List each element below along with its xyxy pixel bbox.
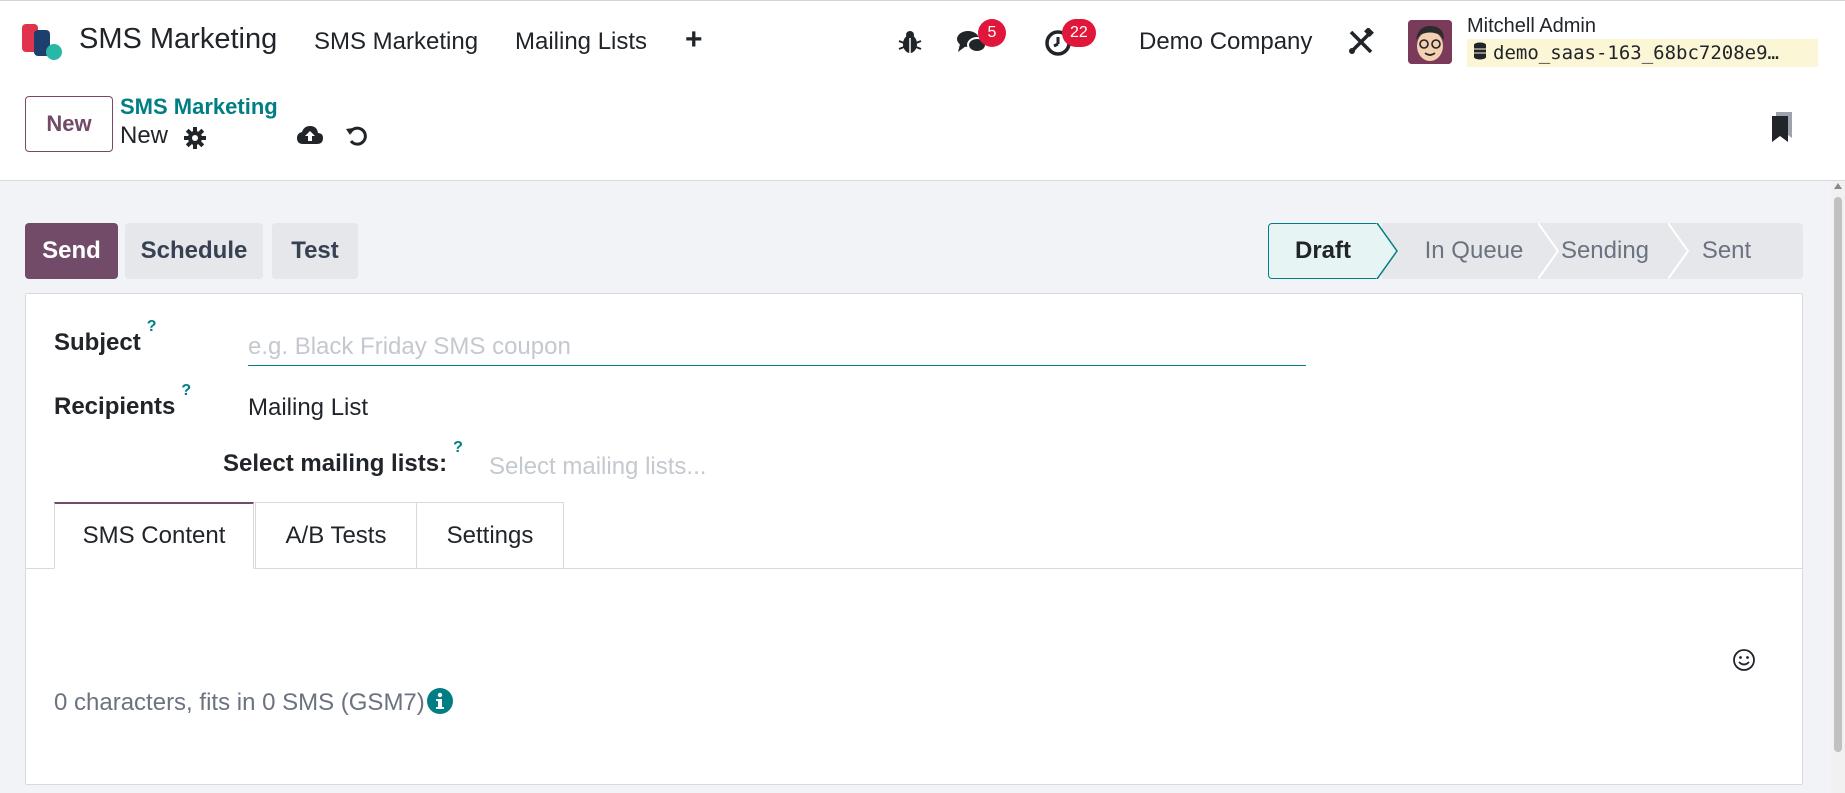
page-scrollbar[interactable] <box>1831 181 1845 793</box>
bug-icon[interactable] <box>897 29 923 55</box>
cloud-upload-icon[interactable] <box>296 124 324 148</box>
sms-character-count: 0 characters, fits in 0 SMS (GSM7) <box>54 689 425 716</box>
recipients-help-tooltip[interactable]: ? <box>181 382 191 399</box>
recipients-select[interactable]: Mailing List <box>248 394 368 422</box>
app-logo[interactable] <box>22 22 64 64</box>
mailing-lists-help-tooltip[interactable]: ? <box>453 439 463 456</box>
control-panel: New SMS Marketing New <box>0 82 1845 181</box>
tab-settings[interactable]: Settings <box>416 502 564 569</box>
database-icon <box>1473 42 1487 65</box>
undo-icon[interactable] <box>345 124 369 148</box>
sms-marketing-logo-icon <box>22 24 62 60</box>
menu-sms-marketing[interactable]: SMS Marketing <box>314 28 478 56</box>
tab-ab-tests[interactable]: A/B Tests <box>255 502 417 569</box>
new-button[interactable]: New <box>25 96 113 152</box>
smiley-icon[interactable] <box>1732 648 1756 672</box>
page-title: New <box>120 122 169 149</box>
subject-label: Subject? <box>54 318 156 357</box>
subject-help-tooltip[interactable]: ? <box>147 318 157 335</box>
status-bar: Sent Sending In Queue Draft <box>1268 223 1803 279</box>
breadcrumb[interactable]: SMS Marketing <box>120 94 278 120</box>
sms-body-textarea[interactable] <box>54 594 1734 654</box>
mailing-lists-input[interactable] <box>489 450 889 484</box>
avatar[interactable] <box>1408 20 1452 64</box>
tab-sms-content[interactable]: SMS Content <box>54 502 254 569</box>
scrollbar-thumb[interactable] <box>1834 197 1842 752</box>
top-navbar: SMS Marketing SMS Marketing Mailing List… <box>0 0 1845 82</box>
stage-draft[interactable]: Draft <box>1268 223 1378 279</box>
gear-icon[interactable] <box>184 127 206 149</box>
stage-separator-icon <box>1668 223 1690 279</box>
user-avatar-icon <box>1408 20 1452 64</box>
schedule-button[interactable]: Schedule <box>125 223 263 279</box>
subject-input[interactable] <box>248 328 1306 366</box>
mailing-lists-label: Select mailing lists:? <box>223 439 463 478</box>
user-name[interactable]: Mitchell Admin <box>1467 15 1596 38</box>
form-sheet: Subject? Recipients? Mailing List Select… <box>25 293 1803 785</box>
messages-badge: 5 <box>978 19 1006 47</box>
recipients-label: Recipients? <box>54 382 191 421</box>
menu-mailing-lists[interactable]: Mailing Lists <box>515 28 647 56</box>
database-name: demo_saas-163_68bc7208e9… <box>1467 39 1818 67</box>
activities-badge: 22 <box>1062 19 1096 47</box>
scroll-up-icon[interactable] <box>1834 183 1842 189</box>
recipients-label-text: Recipients <box>54 393 176 420</box>
stage-active-arrow-icon <box>1376 223 1398 279</box>
stage-in-queue[interactable]: In Queue <box>1382 223 1550 279</box>
stage-separator-icon <box>1538 223 1560 279</box>
bookmark-icon[interactable] <box>1770 112 1794 144</box>
tools-icon[interactable] <box>1347 28 1375 56</box>
plus-icon[interactable]: + <box>685 25 703 55</box>
database-label: demo_saas-163_68bc7208e9… <box>1493 42 1779 64</box>
app-title[interactable]: SMS Marketing <box>79 23 277 56</box>
subject-label-text: Subject <box>54 329 141 356</box>
test-button[interactable]: Test <box>272 223 358 279</box>
company-switcher[interactable]: Demo Company <box>1139 28 1312 56</box>
info-icon[interactable] <box>426 687 454 715</box>
mailing-lists-label-text: Select mailing lists: <box>223 450 448 477</box>
send-button[interactable]: Send <box>25 223 118 279</box>
